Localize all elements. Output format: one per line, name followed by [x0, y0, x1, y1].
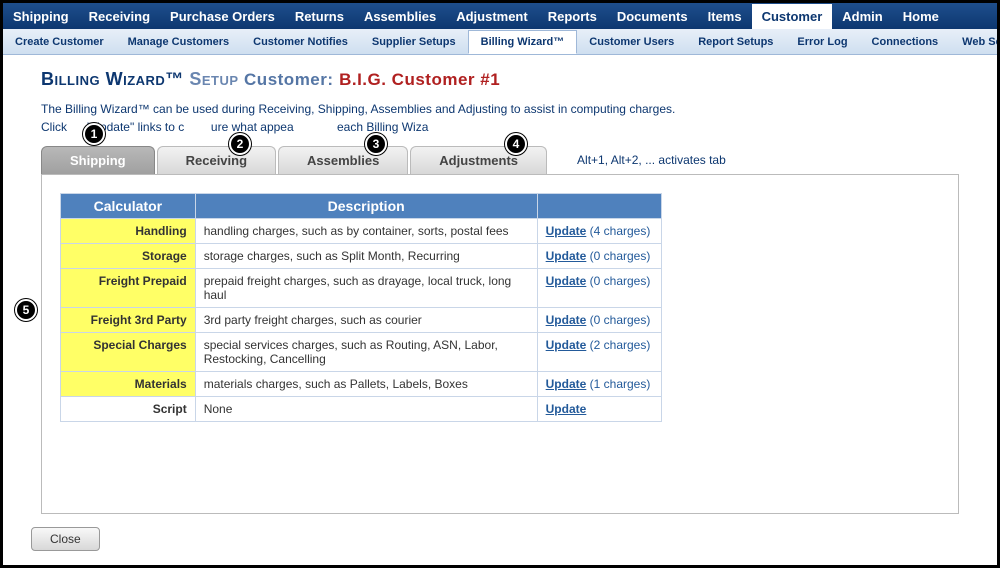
tabs-row: ShippingReceivingAssembliesAdjustments Al…	[3, 146, 997, 174]
calc-desc: prepaid freight charges, such as drayage…	[195, 269, 537, 308]
sub-nav: Create CustomerManage CustomersCustomer …	[3, 29, 997, 55]
calc-desc: 3rd party freight charges, such as couri…	[195, 308, 537, 333]
annotation-badge-1: 1	[83, 123, 105, 145]
subnav-item-billing-wizard-[interactable]: Billing Wizard™	[468, 30, 578, 54]
calc-desc: None	[195, 397, 537, 422]
table-row: Special Chargesspecial services charges,…	[61, 333, 662, 372]
calc-name: Storage	[61, 244, 196, 269]
update-link[interactable]: Update	[546, 274, 587, 288]
nav-item-documents[interactable]: Documents	[607, 4, 698, 29]
nav-item-returns[interactable]: Returns	[285, 4, 354, 29]
calc-action: Update (1 charges)	[537, 372, 661, 397]
subnav-item-create-customer[interactable]: Create Customer	[3, 31, 116, 53]
calc-desc: storage charges, such as Split Month, Re…	[195, 244, 537, 269]
nav-item-admin[interactable]: Admin	[832, 4, 892, 29]
th-description: Description	[195, 194, 537, 219]
calc-desc: special services charges, such as Routin…	[195, 333, 537, 372]
calc-name: Handling	[61, 219, 196, 244]
tab-shipping[interactable]: Shipping	[41, 146, 155, 174]
calc-action: Update (0 charges)	[537, 308, 661, 333]
tab-panel: Calculator Description Handlinghandling …	[41, 174, 959, 514]
calc-name: Freight 3rd Party	[61, 308, 196, 333]
calculator-table: Calculator Description Handlinghandling …	[60, 193, 662, 422]
calc-name: Script	[61, 397, 196, 422]
charges-count: (0 charges)	[586, 249, 650, 263]
nav-item-purchase-orders[interactable]: Purchase Orders	[160, 4, 285, 29]
update-link[interactable]: Update	[546, 402, 587, 416]
tab-assemblies[interactable]: Assemblies	[278, 146, 408, 174]
subnav-item-report-setups[interactable]: Report Setups	[686, 31, 785, 53]
nav-item-customer[interactable]: Customer	[752, 4, 833, 29]
top-nav: ShippingReceivingPurchase OrdersReturnsA…	[3, 3, 997, 29]
nav-item-shipping[interactable]: Shipping	[3, 4, 79, 29]
calc-desc: materials charges, such as Pallets, Labe…	[195, 372, 537, 397]
charges-count: (0 charges)	[586, 313, 650, 327]
title-setup: Setup	[189, 69, 238, 89]
table-row: Handlinghandling charges, such as by con…	[61, 219, 662, 244]
subnav-item-customer-users[interactable]: Customer Users	[577, 31, 686, 53]
calc-action: Update (0 charges)	[537, 244, 661, 269]
table-row: Storagestorage charges, such as Split Mo…	[61, 244, 662, 269]
subnav-item-supplier-setups[interactable]: Supplier Setups	[360, 31, 468, 53]
table-row: Materialsmaterials charges, such as Pall…	[61, 372, 662, 397]
table-row: Freight 3rd Party3rd party freight charg…	[61, 308, 662, 333]
update-link[interactable]: Update	[546, 224, 587, 238]
calc-action: Update	[537, 397, 661, 422]
calc-action: Update (2 charges)	[537, 333, 661, 372]
update-link[interactable]: Update	[546, 338, 587, 352]
annotation-badge-2: 2	[229, 133, 251, 155]
subnav-item-error-log[interactable]: Error Log	[785, 31, 859, 53]
charges-count: (0 charges)	[586, 274, 650, 288]
title-customer-name: B.I.G. Customer #1	[339, 70, 500, 89]
title-customer-label: Customer:	[244, 70, 334, 89]
nav-item-reports[interactable]: Reports	[538, 4, 607, 29]
subnav-item-connections[interactable]: Connections	[860, 31, 951, 53]
close-button[interactable]: Close	[31, 527, 100, 551]
th-calculator: Calculator	[61, 194, 196, 219]
table-row: ScriptNone Update	[61, 397, 662, 422]
annotation-badge-3: 3	[365, 133, 387, 155]
th-action	[537, 194, 661, 219]
page-title: Billing Wizard™ Setup Customer: B.I.G. C…	[3, 55, 997, 94]
nav-item-home[interactable]: Home	[893, 4, 949, 29]
subnav-item-manage-customers[interactable]: Manage Customers	[116, 31, 241, 53]
table-row: Freight Prepaidprepaid freight charges, …	[61, 269, 662, 308]
calc-name: Special Charges	[61, 333, 196, 372]
charges-count: (1 charges)	[586, 377, 650, 391]
tabs-hint: Alt+1, Alt+2, ... activates tab	[577, 153, 726, 167]
nav-item-items[interactable]: Items	[698, 4, 752, 29]
charges-count: (4 charges)	[586, 224, 650, 238]
annotation-badge-4: 4	[505, 133, 527, 155]
nav-item-adjustment[interactable]: Adjustment	[446, 4, 538, 29]
calc-action: Update (4 charges)	[537, 219, 661, 244]
nav-item-receiving[interactable]: Receiving	[79, 4, 160, 29]
update-link[interactable]: Update	[546, 249, 587, 263]
intro-text: The Billing Wizard™ can be used during R…	[3, 94, 997, 146]
calc-name: Freight Prepaid	[61, 269, 196, 308]
calc-name: Materials	[61, 372, 196, 397]
tab-receiving[interactable]: Receiving	[157, 146, 276, 174]
tab-adjustments[interactable]: Adjustments	[410, 146, 547, 174]
calc-action: Update (0 charges)	[537, 269, 661, 308]
charges-count: (2 charges)	[586, 338, 650, 352]
calc-desc: handling charges, such as by container, …	[195, 219, 537, 244]
nav-item-assemblies[interactable]: Assemblies	[354, 4, 446, 29]
title-main: Billing Wizard™	[41, 69, 184, 89]
subnav-item-customer-notifies[interactable]: Customer Notifies	[241, 31, 360, 53]
update-link[interactable]: Update	[546, 377, 587, 391]
update-link[interactable]: Update	[546, 313, 587, 327]
subnav-item-web-serv[interactable]: Web Serv	[950, 31, 1000, 53]
annotation-badge-5: 5	[15, 299, 37, 321]
